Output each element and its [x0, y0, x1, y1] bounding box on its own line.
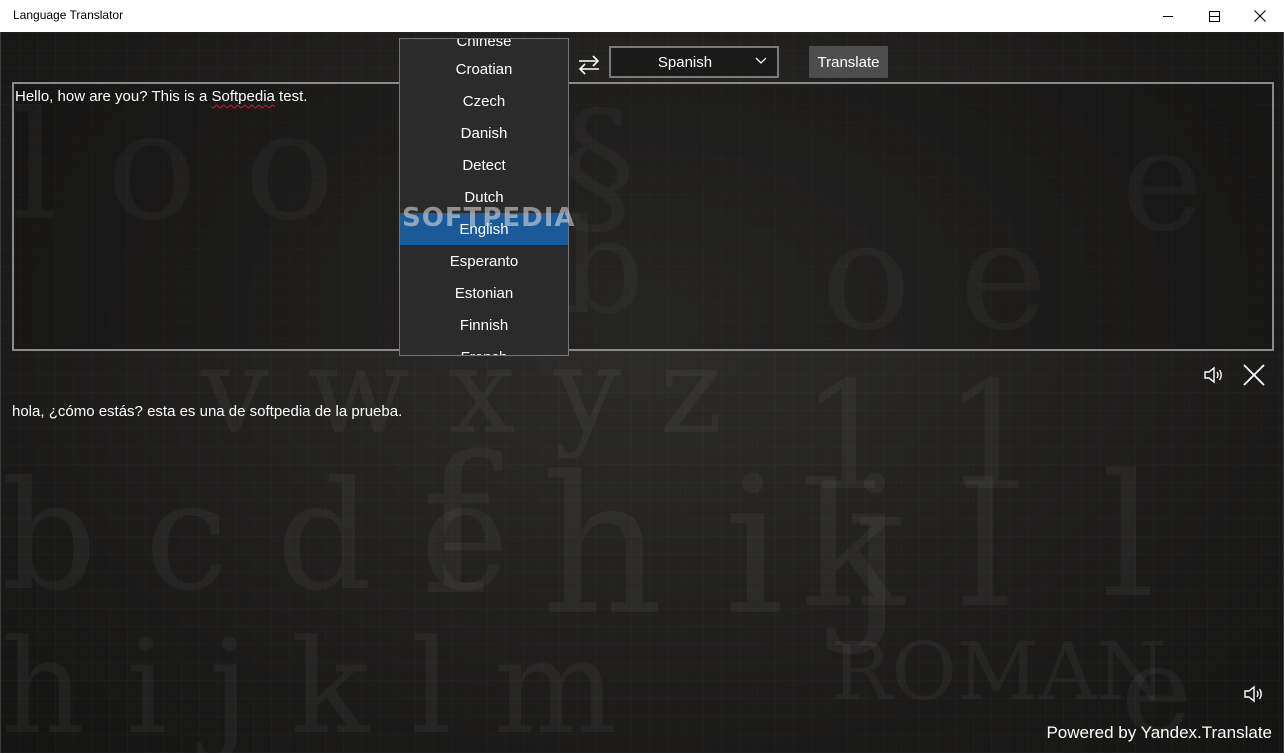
minimize-control[interactable]	[1145, 0, 1191, 32]
window-title: Language Translator	[13, 8, 124, 22]
swap-languages-button[interactable]	[577, 54, 601, 76]
source-text: Hello, how are you? This is a Softpedia …	[15, 88, 307, 105]
source-language-dropdown[interactable]: Chinese Croatian Czech Danish Detect Dut…	[399, 38, 569, 356]
speak-translation-button[interactable]	[1242, 682, 1266, 706]
dropdown-item-french[interactable]: French	[400, 341, 568, 356]
misspelled-word: Softpedia	[211, 88, 275, 105]
swap-arrows-icon	[578, 55, 600, 75]
close-window-button[interactable]	[1237, 0, 1283, 32]
translate-button[interactable]: Translate	[809, 46, 888, 78]
minimize-glyph-icon	[1162, 15, 1173, 17]
clear-button[interactable]	[1243, 364, 1265, 386]
source-text-input[interactable]: Hello, how are you? This is a Softpedia …	[12, 82, 1274, 351]
target-language-label: Spanish	[657, 53, 713, 71]
maximize-icon	[1208, 10, 1220, 22]
dropdown-item-estonian[interactable]: Estonian	[400, 277, 568, 309]
source-text-part: Hello, how are you? This is a	[15, 88, 212, 105]
close-icon	[1243, 364, 1265, 386]
dropdown-item-esperanto[interactable]: Esperanto	[400, 245, 568, 277]
maximize-button[interactable]	[1191, 0, 1237, 32]
close-window-icon	[1254, 10, 1266, 22]
speak-source-button[interactable]	[1202, 363, 1226, 387]
title-bar: Language Translator	[0, 0, 1284, 32]
speaker-icon	[1204, 366, 1222, 384]
source-text-end: test.	[274, 88, 308, 105]
dropdown-item-danish[interactable]: Danish	[400, 117, 568, 149]
dropdown-item-croatian[interactable]: Croatian	[400, 53, 568, 85]
speaker-icon	[1244, 685, 1262, 703]
dropdown-item-english[interactable]: English	[400, 213, 568, 245]
dropdown-item-czech[interactable]: Czech	[400, 85, 568, 117]
target-language-select[interactable]: Spanish	[609, 46, 779, 78]
dropdown-item-detect[interactable]: Detect	[400, 149, 568, 181]
translation-output: hola, ¿cómo estás? esta es una de softpe…	[12, 403, 403, 420]
powered-by-link[interactable]: Powered by Yandex.Translate	[1046, 723, 1272, 743]
dropdown-item-dutch[interactable]: Dutch	[400, 181, 568, 213]
app-body: l o o § b o e e v w x y z 1 1 b c d e f …	[0, 32, 1284, 753]
dropdown-item-finnish[interactable]: Finnish	[400, 309, 568, 341]
chevron-down-icon	[755, 57, 767, 64]
